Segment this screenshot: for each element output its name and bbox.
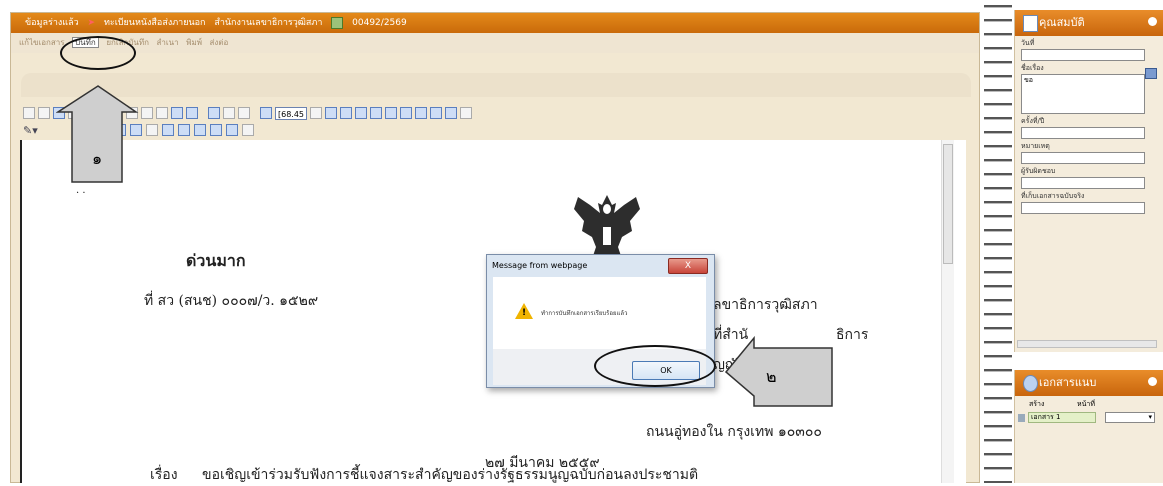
close-button[interactable]: X — [668, 258, 708, 274]
annotation-label-1: ๑ — [92, 149, 103, 168]
select-icon[interactable] — [238, 107, 250, 119]
panel-scrollbar[interactable] — [1017, 340, 1157, 348]
round-field[interactable] — [1021, 127, 1145, 139]
annotation-ellipse-1 — [60, 36, 136, 70]
field-label-storage: ที่เก็บเอกสารฉบับจริง — [1021, 192, 1085, 200]
open-icon[interactable] — [38, 107, 50, 119]
menu-bar: แก้ไขเอกสาร บันทึก ยกเลิกบันทึก สำเนา พิ… — [11, 33, 979, 53]
doc-addr-line2b: ธิการ — [836, 327, 869, 343]
storage-field[interactable] — [1021, 202, 1145, 214]
zoom-out-icon[interactable] — [325, 107, 337, 119]
doc-dots: · · — [76, 188, 86, 199]
properties-icon — [1023, 15, 1038, 32]
attachments-columns: สร้าง หน้าที่ — [1015, 396, 1163, 410]
field-label-owner: ผู้รับผิดชอบ — [1021, 167, 1056, 175]
file-icon — [1018, 414, 1025, 422]
page-icon[interactable] — [171, 107, 183, 119]
subject-field[interactable]: ขอ — [1021, 74, 1145, 114]
rotate-icon[interactable] — [340, 107, 352, 119]
doc-ref-no: ที่ สว (สนช) ๐๐๐๗/ว. ๑๕๒๙ — [144, 293, 319, 309]
menu-copy[interactable]: สำเนา — [157, 38, 179, 47]
box-icon[interactable] — [177, 124, 190, 136]
table-icon[interactable] — [156, 107, 168, 119]
properties-header: คุณสมบัติ — [1015, 10, 1163, 36]
highlight-icon[interactable] — [370, 107, 382, 119]
dialog-body: ! ทำการบันทึกเอกสารเรียบร้อยแล้ว — [493, 277, 706, 349]
title-type: ทะเบียนหนังสือส่งภายนอก — [103, 18, 206, 28]
menu-forward[interactable]: ส่งต่อ — [210, 38, 229, 47]
field-label-subject: ชื่อเรื่อง — [1021, 64, 1044, 72]
zoom-dropdown-icon[interactable] — [310, 107, 322, 119]
doc-addr-line1: ลขาธิการวุฒิสภา — [713, 297, 818, 313]
fit-page-icon[interactable] — [186, 107, 198, 119]
attach-icon[interactable] — [145, 124, 158, 136]
title-org: สำนักงานเลขาธิการวุฒิสภา — [214, 18, 323, 28]
zoom-in-icon[interactable] — [260, 107, 272, 119]
date-field[interactable] — [1021, 49, 1145, 61]
binder-rings — [984, 0, 1012, 483]
document-icon — [331, 16, 344, 29]
properties-icon[interactable] — [460, 107, 472, 119]
paste-icon[interactable] — [141, 107, 153, 119]
zoom-select[interactable]: [68.45 — [275, 106, 307, 120]
image-icon[interactable] — [209, 124, 222, 136]
attachment-name: เอกสาร 1 — [1028, 412, 1096, 423]
single-page-icon[interactable] — [415, 107, 427, 119]
menu-print[interactable]: พิมพ์ — [186, 38, 202, 47]
title-number: 00492/2569 — [352, 18, 407, 28]
edit-icon[interactable] — [225, 124, 238, 136]
warning-mark: ! — [522, 308, 527, 318]
pen-tool-icon[interactable]: ✎▾ — [23, 124, 38, 137]
collapse-icon[interactable] — [1148, 17, 1157, 26]
attachments-title: เอกสารแนบ — [1039, 376, 1097, 389]
field-label-note: หมายเหตุ — [1021, 142, 1050, 150]
thumbnail-icon[interactable] — [445, 107, 457, 119]
field-label-date: วันที่ — [1021, 39, 1035, 47]
note-field[interactable] — [1021, 152, 1145, 164]
next-page-icon[interactable] — [400, 107, 412, 119]
new-doc-icon[interactable] — [23, 107, 35, 119]
window-title-bar: ข้อมูลร่างแล้ว ➤ ทะเบียนหนังสือส่งภายนอก… — [11, 13, 979, 33]
collapse-icon[interactable] — [1148, 377, 1157, 386]
title-prefix: ข้อมูลร่างแล้ว — [25, 18, 79, 28]
text-icon[interactable] — [161, 124, 174, 136]
doc-addr-line4: ถนนอู่ทองใน กรุงเทพ ๑๐๓๐๐ — [646, 424, 822, 440]
signature-icon[interactable] — [193, 124, 206, 136]
attachments-panel: เอกสารแนบ สร้าง หน้าที่ เอกสาร 1 ▾ — [1014, 370, 1163, 483]
hand-icon[interactable] — [223, 107, 235, 119]
fit-width-icon[interactable] — [355, 107, 367, 119]
attachment-row[interactable]: เอกสาร 1 ▾ — [1015, 410, 1163, 426]
doc-urgency: ด่วนมาก — [186, 251, 246, 270]
properties-title: คุณสมบัติ — [1039, 16, 1085, 29]
cursor-icon[interactable] — [208, 107, 220, 119]
header-band — [21, 73, 971, 97]
two-page-icon[interactable] — [430, 107, 442, 119]
attachment-icon — [1023, 375, 1038, 392]
annotation-label-2: ๒ — [766, 367, 777, 386]
properties-panel: คุณสมบัติ วันที่ ชื่อเรื่อง ขอ ครั้งที่/… — [1014, 10, 1163, 352]
menu-edit[interactable]: แก้ไขเอกสาร — [19, 38, 65, 47]
document-scrollbar[interactable] — [941, 140, 954, 483]
prev-page-icon[interactable] — [385, 107, 397, 119]
attachment-page-select[interactable]: ▾ — [1105, 412, 1155, 423]
field-label-round: ครั้งที่/ปี — [1021, 117, 1045, 125]
scroll-thumb[interactable] — [943, 144, 953, 264]
dialog-message: ทำการบันทึกเอกสารเรียบร้อยแล้ว — [541, 310, 628, 317]
col-page: หน้าที่ — [1077, 400, 1095, 408]
col-create: สร้าง — [1029, 400, 1045, 408]
arrow-icon: ➤ — [87, 18, 96, 28]
calendar-icon[interactable] — [1145, 68, 1157, 79]
annotation-ellipse-2 — [594, 345, 716, 387]
crop-icon[interactable] — [241, 124, 254, 136]
owner-field[interactable] — [1021, 177, 1145, 189]
annotation-arrow-left — [724, 336, 833, 407]
attachments-header: เอกสารแนบ — [1015, 370, 1163, 396]
